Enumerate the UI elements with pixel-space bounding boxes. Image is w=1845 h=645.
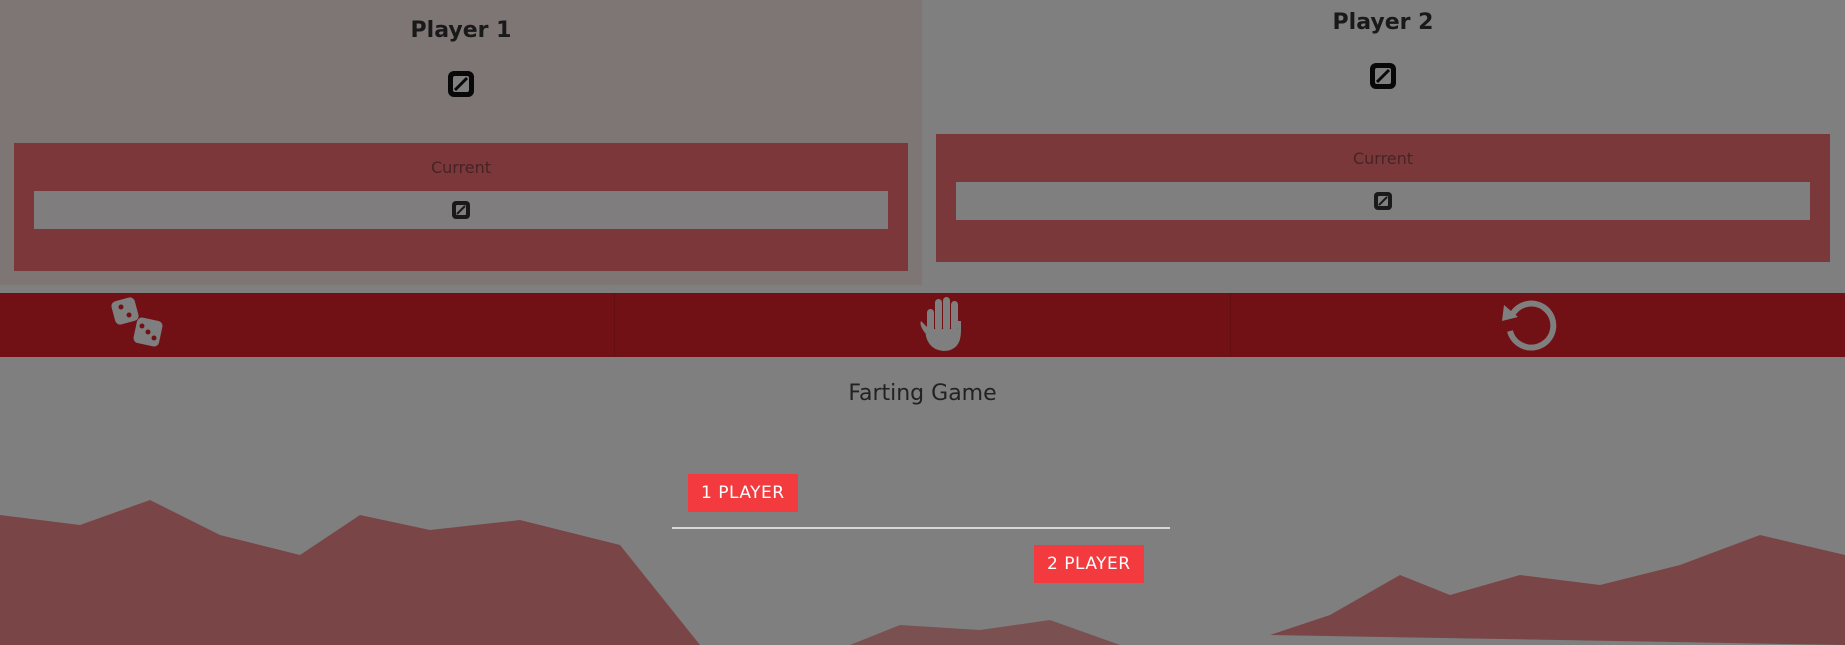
modal-overlay: [0, 0, 1845, 645]
modal-divider: [672, 527, 1170, 529]
modal-title: Farting Game: [848, 381, 997, 406]
two-player-button[interactable]: 2 PLAYER: [1034, 545, 1144, 583]
one-player-button[interactable]: 1 PLAYER: [688, 474, 798, 512]
